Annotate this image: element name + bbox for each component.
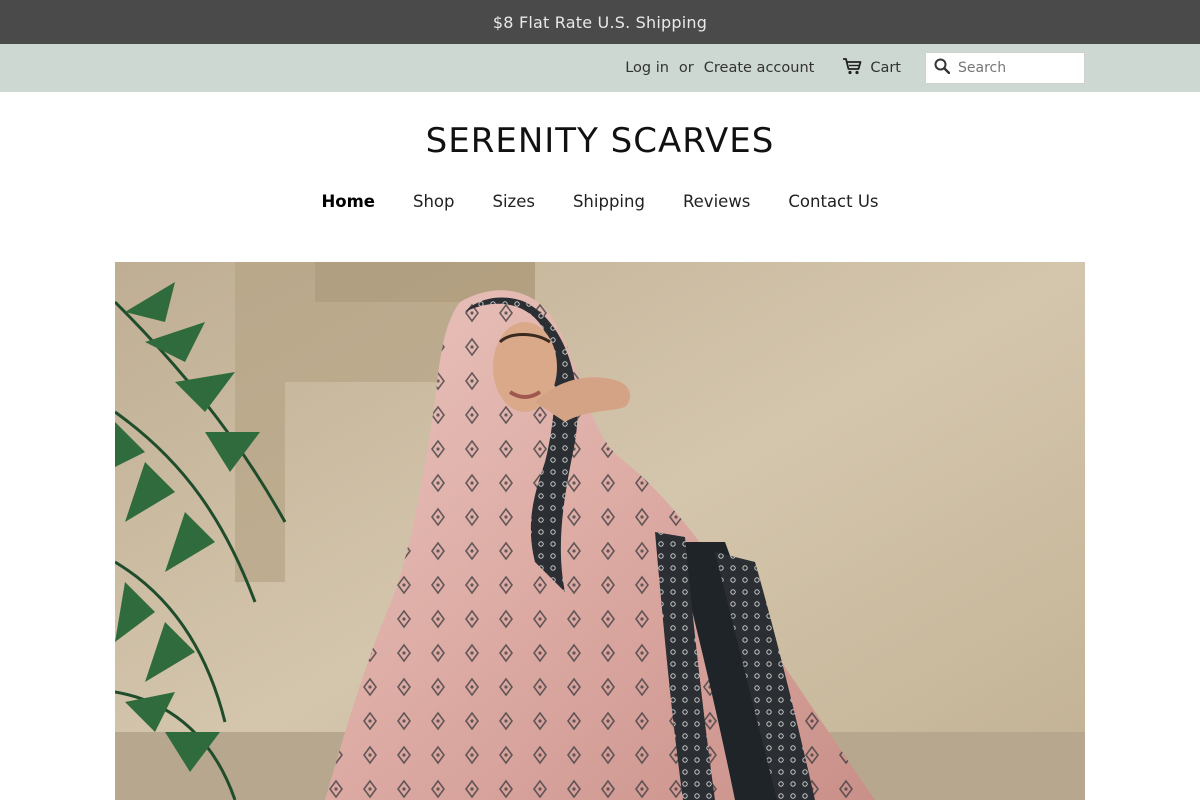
nav-item-home[interactable]: Home [321, 192, 375, 216]
login-link[interactable]: Log in [625, 60, 669, 76]
announcement-text: $8 Flat Rate U.S. Shipping [492, 12, 708, 32]
nav-item-shop[interactable]: Shop [413, 192, 455, 216]
account-bar: Log in or Create account Cart [0, 44, 1200, 92]
announcement-bar: $8 Flat Rate U.S. Shipping [0, 0, 1200, 44]
hero-image [115, 262, 1085, 800]
main-nav: Home Shop Sizes Shipping Reviews Contact… [0, 192, 1200, 216]
cart-link[interactable]: Cart [842, 57, 901, 79]
account-links: Log in or Create account Cart [625, 44, 1085, 92]
search-field [925, 52, 1085, 84]
nav-item-contact[interactable]: Contact Us [788, 192, 878, 216]
nav-item-reviews[interactable]: Reviews [683, 192, 750, 216]
or-separator: or [678, 60, 694, 76]
nav-item-sizes[interactable]: Sizes [492, 192, 534, 216]
search-input[interactable] [956, 59, 1078, 77]
create-account-link[interactable]: Create account [704, 60, 815, 76]
cart-icon [842, 57, 870, 79]
site-logo[interactable]: SERENITY SCARVES [0, 120, 1200, 162]
nav-item-shipping[interactable]: Shipping [573, 192, 645, 216]
search-icon[interactable] [934, 58, 951, 78]
cart-label: Cart [870, 60, 901, 76]
